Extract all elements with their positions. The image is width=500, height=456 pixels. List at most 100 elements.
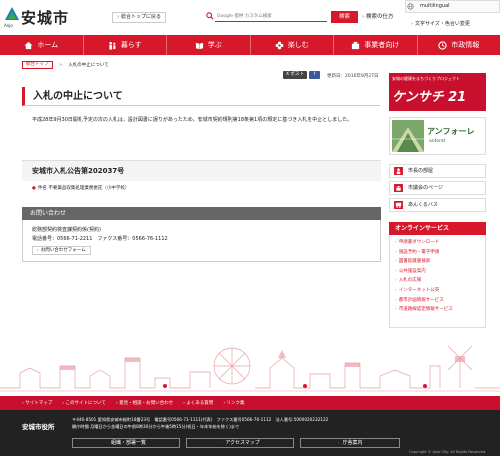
footer-link-links-label: リンク集 — [226, 401, 245, 406]
online-item[interactable]: › 申請書ダウンロード — [395, 238, 485, 248]
site-logo-text[interactable]: 安城市 — [21, 7, 69, 28]
nav-item-business[interactable]: 事業者向け — [334, 35, 418, 55]
search-icon — [206, 12, 214, 20]
chevron-right-icon: › — [117, 14, 119, 20]
contact-heading: お問い合わせ — [22, 207, 381, 220]
online-item[interactable]: › インターネット公売 — [395, 286, 485, 296]
chevron-right-icon: › — [395, 307, 397, 313]
nav-item-learn[interactable]: 学ぶ — [167, 35, 251, 55]
assembly-page-label: 市議会のページ — [408, 185, 443, 191]
footer-link-contact[interactable]: › 意見・相談・お問い合わせ — [116, 400, 173, 406]
nav-item-enjoy[interactable]: 楽しむ — [251, 35, 334, 55]
notice-item: ● 件名 不要薬品収集処理業務委託（小中学校） — [32, 185, 129, 191]
multilingual-label: multilingual — [420, 3, 450, 9]
contact-department: 総務部契約検査課契約係(契約) — [32, 227, 101, 233]
ankuru-bus-link[interactable]: あんくるバス — [389, 198, 486, 212]
x-post-button[interactable]: X ポスト — [283, 71, 307, 79]
kensachi-banner-title: ケンサチ 21 — [392, 90, 467, 105]
chevron-right-icon: › — [395, 259, 397, 265]
online-services-heading: オンラインサービス — [389, 222, 486, 235]
x-post-label: ポスト — [290, 72, 305, 77]
city-logo-icon[interactable] — [4, 6, 20, 22]
notice-title: 安城市入札公告第202037号 — [22, 160, 381, 181]
online-item[interactable]: › 施設予約・電子申請 — [395, 248, 485, 258]
cityscape-illustration — [0, 345, 500, 392]
nav-item-home[interactable]: ホーム — [0, 35, 84, 55]
search-input[interactable] — [215, 11, 327, 22]
mayor-room-link[interactable]: 市長の部屋 — [389, 164, 486, 178]
nav-item-living[interactable]: 暮らす — [84, 35, 167, 55]
copyright: Copyright © Anjo City. All Rights Reserv… — [409, 450, 487, 454]
page-title: 入札の中止について — [22, 87, 380, 106]
online-item[interactable]: › 入札の広場 — [395, 276, 485, 286]
org-list-button[interactable]: › 組織・部署一覧 — [72, 438, 180, 448]
footer-link-sitemap[interactable]: › サイトマップ — [22, 400, 52, 406]
nav-item-cityinfo[interactable]: 市政情報 — [418, 35, 500, 55]
online-item[interactable]: › 図書館蔵書検索 — [395, 257, 485, 267]
breadcrumb-home[interactable]: 総合トップ — [22, 61, 53, 69]
facebook-share-button[interactable]: f — [309, 71, 320, 79]
online-services-list: › 申請書ダウンロード › 施設予約・電子申請 › 図書館蔵書検索 › 公共施設案内 ›… — [389, 235, 486, 328]
body-text: 平成28年9月30日開札予定の次の入札は，設計図書に誤りがあったため，安城市契約… — [32, 117, 353, 123]
online-item[interactable]: › 公共施設案内 — [395, 267, 485, 277]
nav-label-cityinfo: 市政情報 — [451, 41, 480, 49]
online-item-label: 申請書ダウンロード — [398, 240, 440, 245]
site-logo-sub: Anjo — [4, 23, 13, 28]
multilingual-button[interactable]: multilingual — [405, 0, 500, 13]
search-help-label: 検索の仕方 — [365, 14, 394, 20]
family-icon — [109, 41, 116, 50]
nav-label-enjoy: 楽しむ — [287, 41, 309, 49]
home-icon — [24, 41, 33, 49]
footer-link-faq[interactable]: › よくある質問 — [183, 400, 213, 406]
contact-form-button[interactable]: › お問い合わせフォーム — [32, 246, 91, 255]
online-item-label: 市道路線認定情報サービス — [398, 307, 453, 313]
footer-link-about-label: このサイトについて — [65, 401, 106, 406]
footer-link-links[interactable]: › リンク集 — [223, 400, 244, 406]
org-list-label: 組織・部署一覧 — [110, 440, 146, 446]
notice-item-text: 件名 不要薬品収集処理業務委託（小中学校） — [37, 186, 130, 191]
footer-links: › サイトマップ › このサイトについて › 意見・相談・お問い合わせ › よく… — [0, 396, 500, 410]
contact-phone: 電話番号：0566-71-2211 ファクス番号：0566-76-1112 — [32, 236, 168, 242]
online-item-label: 施設予約・電子申請 — [398, 249, 440, 255]
mayor-room-label: 市長の部屋 — [408, 168, 434, 174]
anforet-logo-icon — [392, 120, 424, 152]
building-icon — [352, 41, 360, 49]
access-map-label: アクセスマップ — [225, 440, 260, 446]
building-guide-label: 庁舎案内 — [342, 440, 363, 446]
nav-label-home: ホーム — [37, 41, 59, 49]
footer-org-name: 安城市役所 — [22, 423, 55, 431]
breadcrumb-current: 入札の中止について — [68, 63, 109, 68]
footer-link-about[interactable]: › このサイトについて — [62, 400, 106, 406]
back-to-top-link[interactable]: › 総合トップに戻る — [112, 12, 167, 23]
chevron-right-icon: › — [362, 14, 365, 20]
chevron-right-icon: › — [395, 278, 397, 284]
font-size-color-link[interactable]: › 文字サイズ・色合い変更 — [411, 20, 470, 27]
footer-hours: 開庁時間 月曜日から金曜日の午前8時30分から午後5時15分(祝日・年末年始を除… — [72, 424, 240, 429]
nav-label-living: 暮らす — [120, 41, 142, 49]
chevron-right-icon: › — [395, 287, 397, 293]
search-button[interactable]: 検索 — [331, 11, 358, 23]
font-size-color-label: 文字サイズ・色合い変更 — [415, 21, 470, 27]
globe-icon — [407, 3, 414, 10]
online-item-label: 入札の広場 — [398, 278, 422, 284]
footer-link-faq-label: よくある質問 — [186, 401, 214, 406]
search-help-link[interactable]: › 検索の仕方 — [362, 12, 393, 20]
chevron-right-icon: › — [37, 248, 39, 253]
access-map-button[interactable]: › アクセスマップ — [186, 438, 294, 448]
online-item[interactable]: › 市道路線認定情報サービス — [395, 305, 485, 315]
assembly-page-link[interactable]: 市議会のページ — [389, 181, 486, 195]
bus-icon — [394, 201, 403, 209]
chevron-right-icon: › — [395, 268, 397, 274]
nav-label-business: 事業者向け — [364, 41, 400, 49]
chevron-right-icon: › — [105, 440, 108, 446]
building-guide-button[interactable]: › 庁舎案内 — [300, 438, 400, 448]
back-to-top-label: 総合トップに戻る — [121, 14, 162, 20]
contact-form-label: お問い合わせフォーム — [40, 248, 86, 253]
online-item-label: 図書館蔵書検索 — [398, 259, 431, 265]
footer-link-sitemap-label: サイトマップ — [25, 401, 53, 406]
ankuru-bus-label: あんくるバス — [408, 202, 438, 208]
online-item[interactable]: › 都市計画情報サービス — [395, 296, 485, 306]
chevron-right-icon: › — [220, 440, 223, 446]
person-icon — [394, 167, 403, 175]
chevron-right-icon: › — [337, 440, 340, 446]
